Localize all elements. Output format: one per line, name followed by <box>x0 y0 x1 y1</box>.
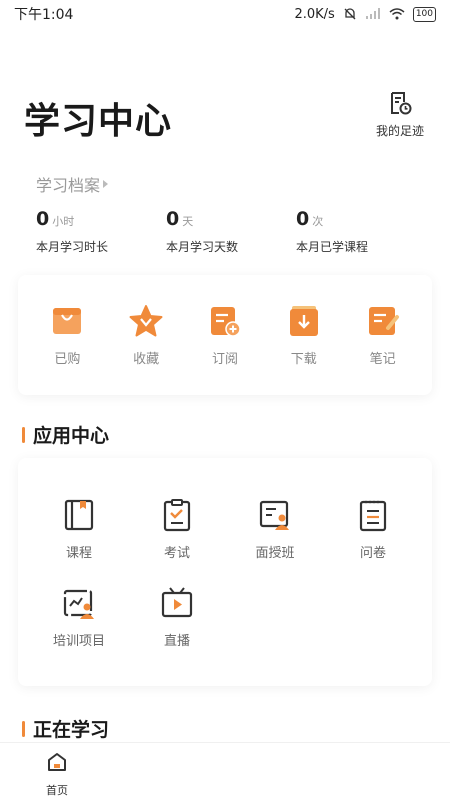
stat-label: 本月学习天数 <box>166 240 239 254</box>
download-icon <box>289 305 318 336</box>
stat-label: 本月已学课程 <box>296 240 369 254</box>
stat-value: 0 <box>36 208 50 230</box>
silent-bell-icon <box>344 8 356 20</box>
quick-action-notes[interactable]: 笔记 <box>353 304 413 367</box>
stat-study-hours: 0 小时 本月学习时长 <box>36 208 166 255</box>
page-title: 学习中心 <box>24 101 173 142</box>
nav-home-label: 首页 <box>46 784 68 797</box>
training-project-icon <box>63 589 94 619</box>
live-tv-icon <box>161 587 193 618</box>
my-footprint-button[interactable]: 我的足迹 <box>370 90 430 139</box>
app-label: 面授班 <box>255 546 295 561</box>
app-label: 直播 <box>163 634 190 649</box>
quick-action-label: 收藏 <box>133 351 160 367</box>
quick-action-label: 笔记 <box>369 351 396 367</box>
app-training-project[interactable]: 培训项目 <box>39 586 119 649</box>
survey-icon <box>359 500 387 532</box>
section-accent-bar <box>22 426 25 443</box>
quick-action-subscriptions[interactable]: 订阅 <box>195 304 255 367</box>
quick-action-label: 下载 <box>290 351 317 367</box>
quick-action-favorites[interactable]: 收藏 <box>116 304 176 367</box>
wifi-icon <box>389 8 405 20</box>
learning-profile-label: 学习档案 <box>36 176 101 195</box>
stat-label: 本月学习时长 <box>36 240 109 254</box>
battery-indicator: 100 <box>412 6 436 22</box>
quick-action-label: 已购 <box>54 351 81 367</box>
app-course[interactable]: 课程 <box>39 498 119 561</box>
app-label: 培训项目 <box>52 634 105 649</box>
note-icon <box>368 306 399 335</box>
monthly-stats: 0 小时 本月学习时长 0天 本月学习天数 0次 本月已学课程 <box>36 208 426 255</box>
nav-home-tab[interactable]: 首页 <box>36 751 78 798</box>
classroom-icon <box>259 500 289 530</box>
status-time: 下午1:04 <box>14 7 74 23</box>
app-label: 问卷 <box>359 546 386 561</box>
learning-profile-link[interactable]: 学习档案 <box>36 172 109 196</box>
app-center-card: 课程 考试 面授班 问卷 培训项目 直播 <box>18 458 432 686</box>
learning-now-title-text: 正在学习 <box>33 719 110 741</box>
footprint-history-icon <box>391 92 412 115</box>
status-bar: 下午1:04 2.0K/s 100 <box>0 0 450 28</box>
app-label: 考试 <box>163 546 190 561</box>
stat-study-days: 0天 本月学习天数 <box>166 208 296 255</box>
app-exam[interactable]: 考试 <box>137 498 217 561</box>
status-indicators: 2.0K/s 100 <box>294 6 436 22</box>
app-live[interactable]: 直播 <box>137 586 217 649</box>
stat-unit: 次 <box>312 215 324 228</box>
star-icon <box>129 304 163 336</box>
exam-clipboard-icon <box>163 499 191 532</box>
app-label: 课程 <box>65 546 92 561</box>
quick-action-downloads[interactable]: 下载 <box>274 304 334 367</box>
course-book-icon <box>64 499 94 531</box>
stat-value: 0 <box>296 208 310 230</box>
app-classroom[interactable]: 面授班 <box>235 498 315 561</box>
stat-courses-learned: 0次 本月已学课程 <box>296 208 426 255</box>
bag-icon <box>53 307 82 334</box>
app-survey[interactable]: 问卷 <box>333 498 413 561</box>
bottom-nav: 首页 <box>0 742 450 800</box>
section-accent-bar <box>22 720 25 737</box>
app-center-title: 应用中心 <box>22 421 109 448</box>
stat-unit: 小时 <box>52 215 75 228</box>
home-icon <box>48 753 66 771</box>
quick-action-purchased[interactable]: 已购 <box>37 304 97 367</box>
stat-unit: 天 <box>182 215 194 228</box>
stat-value: 0 <box>166 208 180 230</box>
quick-action-label: 订阅 <box>211 351 238 367</box>
quick-actions-card: 已购 收藏 订阅 下载 笔记 <box>18 275 432 395</box>
subscribe-icon <box>210 306 241 337</box>
app-center-title-text: 应用中心 <box>33 425 110 447</box>
cellular-signal-icon <box>365 8 380 19</box>
arrow-right-icon <box>103 180 109 188</box>
network-speed: 2.0K/s <box>294 6 335 22</box>
learning-now-title: 正在学习 <box>22 715 109 742</box>
footprint-label: 我的足迹 <box>375 124 424 138</box>
